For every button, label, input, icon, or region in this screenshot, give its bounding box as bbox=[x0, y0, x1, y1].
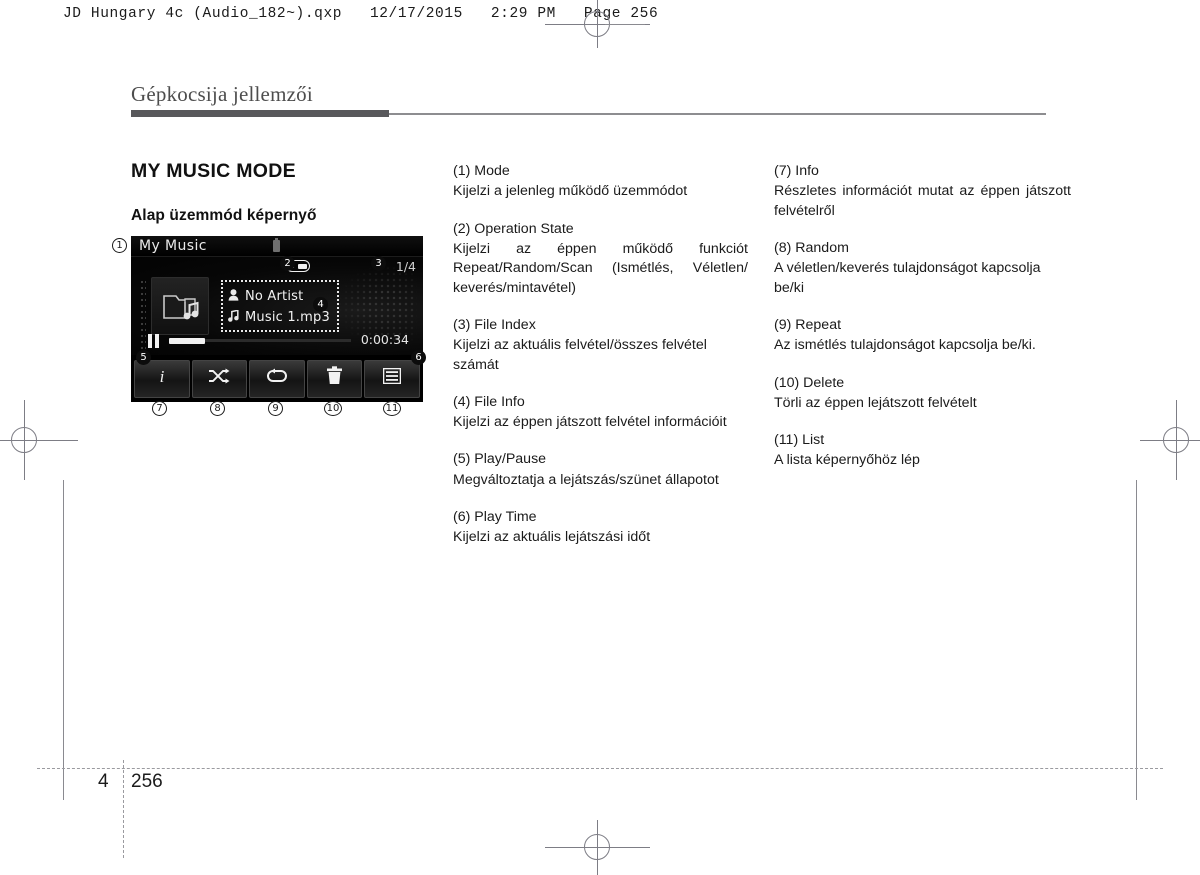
feature-entry: (4) File Info Kijelzi az éppen játszott f… bbox=[453, 393, 748, 433]
device-button-bar: i bbox=[131, 355, 423, 402]
random-button[interactable] bbox=[191, 359, 248, 398]
list-button[interactable] bbox=[364, 359, 420, 398]
pause-icon[interactable] bbox=[148, 334, 159, 348]
feature-entry: (6) Play Time Kijelzi az aktuális lejátsz… bbox=[453, 508, 748, 548]
play-time-value: 0:00:34 bbox=[360, 332, 409, 347]
callout-7: 7 bbox=[152, 401, 167, 416]
info-icon: i bbox=[154, 366, 170, 391]
feature-entry: (8) Random A véletlen/keverés tulajdonság… bbox=[774, 239, 1071, 298]
footer-rule bbox=[37, 768, 1163, 769]
manual-page: JD Hungary 4c (Audio_182~).qxp 12/17/201… bbox=[0, 0, 1200, 875]
callout-3: 3 bbox=[371, 256, 386, 271]
callout-2: 2 bbox=[280, 256, 295, 271]
repeat-one-bar bbox=[298, 263, 307, 269]
feature-entry: (5) Play/Pause Megváltoztatja a lejátszás… bbox=[453, 450, 748, 490]
device-mode-label: My Music bbox=[139, 238, 207, 254]
callout-6: 6 bbox=[411, 350, 426, 365]
feature-entry: (2) Operation State Kijelzi az éppen műkö… bbox=[453, 220, 748, 298]
file-index-value: 1/4 bbox=[395, 259, 416, 274]
callout-4: 4 bbox=[313, 297, 328, 312]
info-button[interactable]: i bbox=[134, 359, 190, 398]
feature-description: A véletlen/keverés tulajdonságot kapcsol… bbox=[774, 260, 1041, 296]
callout-10: 10 bbox=[324, 401, 342, 416]
feature-description: Az ismétlés tulajdonságot kapcsolja be/k… bbox=[774, 337, 1036, 354]
feature-entry: (3) File Index Kijelzi az aktuális felvét… bbox=[453, 316, 748, 375]
callout-11: 11 bbox=[383, 401, 401, 416]
feature-description: A lista képernyőhöz lép bbox=[774, 452, 920, 469]
feature-entry: (7) Info Részletes információt mutat az é… bbox=[774, 162, 1071, 221]
album-art bbox=[151, 277, 209, 335]
feature-entry: (10) Delete Törli az éppen lejátszott fel… bbox=[774, 374, 1071, 414]
feature-term: (6) Play Time bbox=[453, 509, 537, 526]
registration-mark-left bbox=[0, 400, 78, 480]
middle-text-column: (1) Mode Kijelzi a jelenleg működő üzemmó… bbox=[453, 162, 748, 548]
feature-description: Kijelzi az aktuális lejátszási időt bbox=[453, 529, 651, 546]
delete-button[interactable] bbox=[306, 359, 363, 398]
feature-term: (7) Info bbox=[774, 163, 819, 179]
crop-mark-left-edge bbox=[63, 480, 64, 800]
feature-entry: (9) Repeat Az ismétlés tulajdonságot kapc… bbox=[774, 316, 1071, 356]
callout-1: 1 bbox=[112, 238, 127, 253]
repeat-icon bbox=[266, 368, 288, 389]
feature-description: Kijelzi a jelenleg működő üzemmódot bbox=[453, 183, 688, 200]
callout-5: 5 bbox=[136, 350, 151, 365]
device-now-playing-area: 1 1/4 No Artist bbox=[131, 257, 423, 355]
list-icon bbox=[383, 367, 402, 389]
right-text-column: (7) Info Részletes információt mutat az é… bbox=[774, 162, 1071, 471]
repeat-button[interactable] bbox=[249, 359, 305, 398]
feature-term: (8) Random bbox=[774, 239, 849, 256]
trash-icon bbox=[326, 366, 343, 391]
section-subtitle: Alap üzemmód képernyő bbox=[131, 207, 317, 224]
page-title: MY MUSIC MODE bbox=[131, 160, 296, 182]
device-title-bar: My Music bbox=[131, 236, 423, 257]
header-rule-dark bbox=[131, 110, 389, 117]
print-slug-line: JD Hungary 4c (Audio_182~).qxp 12/17/201… bbox=[63, 6, 659, 22]
feature-term: (4) File Info bbox=[453, 393, 525, 410]
feature-description: Kijelzi az aktuális felvétel/összes felv… bbox=[453, 337, 707, 373]
registration-mark-bottom bbox=[545, 820, 650, 875]
usb-device-icon bbox=[273, 238, 280, 252]
progress-track[interactable] bbox=[169, 337, 351, 344]
feature-description: Kijelzi az éppen játszott felvétel infor… bbox=[453, 414, 727, 431]
feature-entry: (11) List A lista képernyőhöz lép bbox=[774, 431, 1071, 471]
feature-entry: (1) Mode Kijelzi a jelenleg működő üzemmó… bbox=[453, 162, 748, 202]
feature-term: (9) Repeat bbox=[774, 316, 842, 333]
feature-term: (10) Delete bbox=[774, 374, 845, 391]
footer-vertical-rule bbox=[123, 760, 124, 858]
feature-description: Részletes információt mutat az éppen ját… bbox=[774, 183, 1071, 219]
callout-8: 8 bbox=[210, 401, 225, 416]
feature-term: (11) List bbox=[774, 432, 825, 449]
callout-9: 9 bbox=[268, 401, 283, 416]
crop-mark-right-edge bbox=[1136, 480, 1137, 800]
shuffle-icon bbox=[208, 368, 230, 389]
header-rule-light bbox=[389, 112, 1046, 115]
chapter-number: 4 bbox=[98, 771, 109, 792]
feature-term: (3) File Index bbox=[453, 316, 536, 333]
track-name: Music 1.mp3 bbox=[245, 310, 330, 325]
page-number: 256 bbox=[131, 771, 163, 792]
registration-mark-right bbox=[1140, 400, 1200, 480]
crop-mark-top-right bbox=[605, 24, 645, 25]
playback-progress-row: 0:00:34 bbox=[131, 331, 423, 351]
feature-term: (5) Play/Pause bbox=[453, 451, 547, 468]
feature-description: Törli az éppen lejátszott felvételt bbox=[774, 394, 977, 411]
feature-term: (2) Operation State bbox=[453, 220, 574, 237]
svg-text:i: i bbox=[159, 367, 164, 386]
running-head: Gépkocsija jellemzői bbox=[131, 82, 313, 106]
feature-term: (1) Mode bbox=[453, 163, 510, 179]
progress-fill bbox=[169, 337, 206, 344]
person-icon bbox=[228, 288, 239, 305]
feature-description: Kijelzi az éppen működő funkciót Repeat/… bbox=[453, 240, 748, 296]
music-note-icon bbox=[228, 308, 239, 326]
artist-name: No Artist bbox=[245, 289, 304, 304]
feature-description: Megváltoztatja a lejátszás/szünet állapo… bbox=[453, 471, 719, 488]
